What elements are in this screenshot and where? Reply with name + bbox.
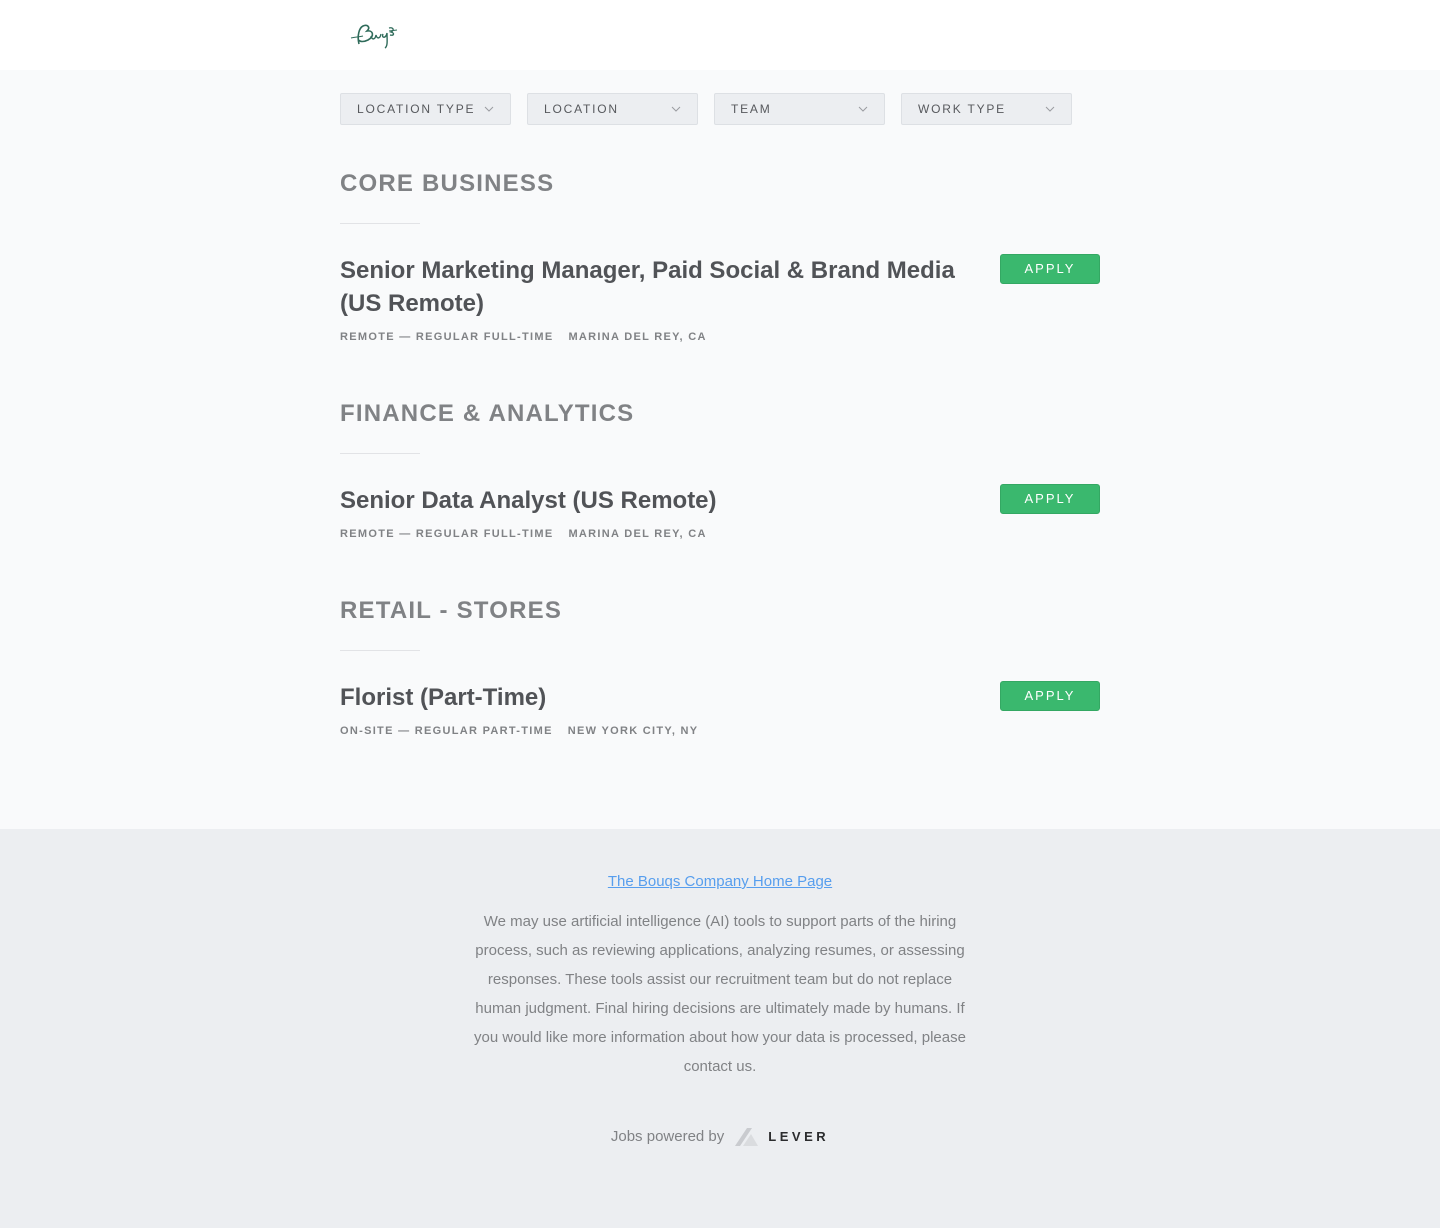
group-divider: [340, 650, 420, 651]
group-title: CORE BUSINESS: [340, 170, 555, 197]
filter-label: LOCATION: [544, 102, 619, 116]
group-divider: [340, 453, 420, 454]
posting-location: NEW YORK CITY, NY: [567, 725, 699, 737]
apply-button[interactable]: APPLY: [1000, 681, 1100, 711]
group-divider: [340, 223, 420, 224]
chevron-down-icon: [1045, 106, 1055, 112]
filter-location[interactable]: LOCATION: [527, 93, 698, 125]
chevron-down-icon: [484, 106, 494, 112]
bouqs-logo[interactable]: [347, 18, 401, 52]
postings-main: LOCATION TYPE LOCATION TEAM WORK TYPE CO…: [340, 70, 1100, 829]
lever-wordmark: LEVER: [768, 1128, 830, 1144]
apply-button[interactable]: APPLY: [1000, 484, 1100, 514]
group-title: RETAIL - STORES: [340, 597, 563, 624]
apply-button[interactable]: APPLY: [1000, 254, 1100, 284]
group-title: FINANCE & ANALYTICS: [340, 400, 635, 427]
top-bar: [0, 0, 1440, 70]
company-home-link[interactable]: The Bouqs Company Home Page: [608, 873, 832, 890]
posting-commitment: ON-SITE — REGULAR PART-TIME: [340, 725, 553, 737]
posting-title[interactable]: Senior Marketing Manager, Paid Social & …: [340, 254, 980, 320]
posting-title[interactable]: Florist (Part-Time): [340, 681, 980, 714]
posting-location: MARINA DEL REY, CA: [568, 528, 707, 540]
page-footer: The Bouqs Company Home Page We may use a…: [0, 829, 1440, 1228]
lever-icon: [735, 1128, 759, 1146]
chevron-down-icon: [858, 106, 868, 112]
posting-meta: REMOTE — REGULAR FULL-TIME MARINA DEL REY…: [340, 331, 1100, 343]
posting-meta: REMOTE — REGULAR FULL-TIME MARINA DEL REY…: [340, 528, 1100, 540]
filter-bar: LOCATION TYPE LOCATION TEAM WORK TYPE: [340, 93, 1100, 125]
filter-label: LOCATION TYPE: [357, 102, 476, 116]
ai-notice: We may use artificial intelligence (AI) …: [474, 913, 966, 1075]
filter-location-type[interactable]: LOCATION TYPE: [340, 93, 511, 125]
filter-team[interactable]: TEAM: [714, 93, 885, 125]
powered-by: Jobs powered by LEVER: [0, 1125, 1440, 1147]
powered-by-text: Jobs powered by: [610, 1127, 725, 1145]
posting-group: RETAIL - STORES Florist (Part-Time) ON-S…: [340, 596, 1100, 737]
posting-location: MARINA DEL REY, CA: [568, 331, 707, 343]
chevron-down-icon: [671, 106, 681, 112]
posting-title[interactable]: Senior Data Analyst (US Remote): [340, 484, 980, 517]
lever-logo[interactable]: LEVER: [734, 1125, 829, 1147]
posting-item[interactable]: Florist (Part-Time) ON-SITE — REGULAR PA…: [340, 681, 1100, 737]
posting-item[interactable]: Senior Data Analyst (US Remote) REMOTE —…: [340, 484, 1100, 540]
posting-item[interactable]: Senior Marketing Manager, Paid Social & …: [340, 254, 1100, 343]
posting-commitment: REMOTE — REGULAR FULL-TIME: [340, 528, 554, 540]
posting-meta: ON-SITE — REGULAR PART-TIME NEW YORK CITY…: [340, 725, 1100, 737]
filter-label: TEAM: [731, 102, 772, 116]
filter-work-type[interactable]: WORK TYPE: [901, 93, 1072, 125]
posting-commitment: REMOTE — REGULAR FULL-TIME: [340, 331, 554, 343]
posting-group: FINANCE & ANALYTICS Senior Data Analyst …: [340, 399, 1100, 540]
filter-label: WORK TYPE: [918, 102, 1006, 116]
posting-group: CORE BUSINESS Senior Marketing Manager, …: [340, 169, 1100, 343]
